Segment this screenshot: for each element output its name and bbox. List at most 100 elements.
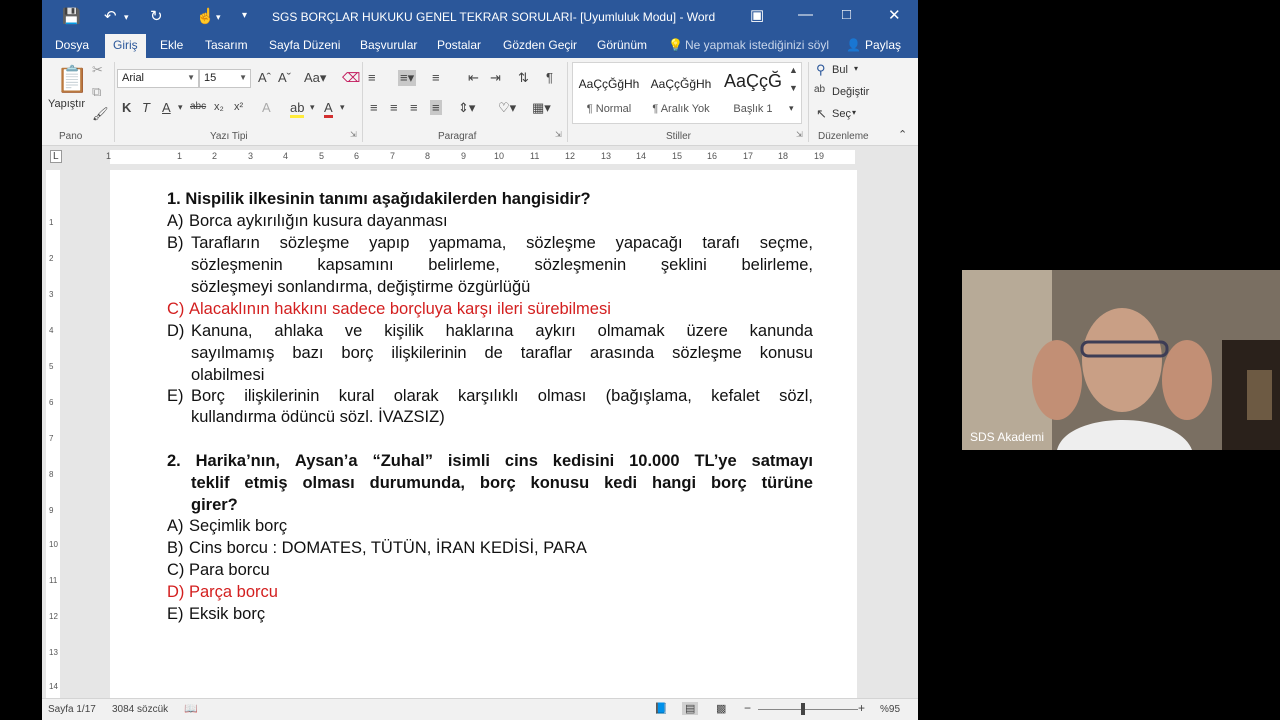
read-mode-icon[interactable]: 📘 [654,702,668,715]
undo-dropdown-icon[interactable]: ▾ [124,12,129,23]
style-sample: AaÇçĞ [723,71,783,91]
group-separator [114,62,115,142]
tab-review[interactable]: Gözden Geçir [503,38,577,52]
cursor-icon: ↖ [816,106,827,121]
ribbon-tabs: Dosya Giriş Ekle Tasarım Sayfa Düzeni Ba… [42,34,918,58]
subscript-icon[interactable]: x₂ [214,101,224,113]
numbering-icon[interactable]: ≡▾ [398,70,417,86]
vertical-ruler[interactable]: 1 2 3 4 5 6 7 8 9 10 11 12 13 14 [46,170,60,698]
font-color-dropdown-icon[interactable]: ▾ [340,102,345,113]
sort-icon[interactable]: ⇅ [518,70,529,86]
italic-icon[interactable]: T [142,100,150,115]
tab-home[interactable]: Giriş [105,34,146,58]
justify-icon[interactable]: ≡ [430,100,442,115]
style-normal[interactable]: AaÇçĞğHh ¶ Normal [573,63,645,123]
cut-icon[interactable]: ✂ [92,62,103,78]
question-2-title-line1: 2. Harika’nın, Aysan’a “Zuhal” isimli cins ked… [167,452,813,470]
web-layout-icon[interactable]: ▩ [716,702,726,715]
proofing-icon[interactable]: 📖 [184,702,198,715]
title-bar: 💾 ↶ ▾ ↻ ☝ ▾ ▾ SGS BORÇLAR HUKUKU GENEL T… [42,0,918,34]
find-button[interactable]: Bul [832,64,848,76]
tab-references[interactable]: Başvurular [360,38,417,52]
clear-formatting-icon[interactable]: ⌫ [342,70,360,86]
touch-mode-icon[interactable]: ☝ [196,7,215,25]
shading-icon[interactable]: ♡▾ [498,100,516,116]
word-window: 💾 ↶ ▾ ↻ ☝ ▾ ▾ SGS BORÇLAR HUKUKU GENEL T… [42,0,918,720]
format-painter-icon[interactable]: 🖌 [92,106,109,122]
bullets-icon[interactable]: ≡ [368,70,376,85]
save-icon[interactable]: 💾 [62,7,81,25]
replace-button[interactable]: Değiştir [832,86,869,98]
show-marks-icon[interactable]: ¶ [546,70,553,85]
copy-icon[interactable]: ⧉ [92,84,101,100]
shrink-font-icon[interactable]: Aˇ [278,70,291,85]
decrease-indent-icon[interactable]: ⇤ [468,70,479,86]
word-count[interactable]: 3084 sözcük [112,704,168,715]
style-no-spacing[interactable]: AaÇçĞğHh ¶ Aralık Yok [645,63,717,123]
customize-toolbar-icon[interactable]: ▾ [242,10,247,21]
ribbon-display-icon[interactable]: ▣ [750,6,764,24]
strikethrough-icon[interactable]: abc [190,101,206,112]
select-dropdown-icon[interactable]: ▾ [852,108,856,117]
highlight-dropdown-icon[interactable]: ▾ [310,102,315,113]
tab-insert[interactable]: Ekle [160,38,183,52]
styles-down-icon[interactable]: ▼ [789,83,798,93]
find-dropdown-icon[interactable]: ▾ [854,64,858,73]
tab-design[interactable]: Tasarım [205,38,248,52]
font-dialog-launcher-icon[interactable]: ⇲ [350,130,357,139]
styles-more-icon[interactable]: ▾ [789,103,794,114]
tab-file[interactable]: Dosya [55,38,89,52]
tell-me-input[interactable]: Ne yapmak istediğinizi söyl [685,38,829,52]
text-effects-icon[interactable]: A [262,100,271,115]
paragraph-dialog-launcher-icon[interactable]: ⇲ [555,130,562,139]
align-left-icon[interactable]: ≡ [370,100,378,115]
font-color-icon[interactable]: A [324,100,333,118]
share-button[interactable]: Paylaş [865,38,901,52]
print-layout-icon[interactable]: ▤ [682,702,699,715]
q1-option-e-line1: Borç ilişkilerinin kural olarak karşılıklı ol… [191,387,813,405]
styles-dialog-launcher-icon[interactable]: ⇲ [796,130,803,139]
styles-up-icon[interactable]: ▲ [789,65,798,75]
align-center-icon[interactable]: ≡ [390,100,398,115]
maximize-icon[interactable]: □ [842,6,851,23]
paste-icon[interactable]: 📋 [56,64,88,95]
increase-indent-icon[interactable]: ⇥ [490,70,501,86]
underline-dropdown-icon[interactable]: ▾ [178,102,183,113]
horizontal-ruler[interactable]: 1 1 2 3 4 5 6 7 8 9 10 11 12 13 14 15 16… [106,150,855,164]
touch-dropdown-icon[interactable]: ▾ [216,12,221,23]
tab-view[interactable]: Görünüm [597,38,647,52]
font-size-combo[interactable]: 15 ▼ [199,69,251,88]
collapse-ribbon-icon[interactable]: ⌃ [898,128,907,141]
zoom-in-icon[interactable]: + [858,701,865,715]
q2-option-c: C) Para borcu [167,561,270,579]
style-heading-1[interactable]: AaÇçĞ Başlık 1 [717,63,789,123]
superscript-icon[interactable]: x² [234,101,243,113]
underline-icon[interactable]: A [162,100,171,115]
zoom-slider[interactable] [758,709,858,710]
select-button[interactable]: Seç [832,108,851,120]
tab-layout[interactable]: Sayfa Düzeni [269,38,340,52]
borders-icon[interactable]: ▦▾ [532,100,551,116]
align-right-icon[interactable]: ≡ [410,100,418,115]
question-2-title-line3: girer? [191,496,238,514]
change-case-icon[interactable]: Aa▾ [304,70,326,86]
line-spacing-icon[interactable]: ⇕▾ [458,100,475,116]
zoom-out-icon[interactable]: − [744,701,751,715]
font-name-combo[interactable]: Arial ▼ [117,69,199,88]
q1-option-c-answer: C) Alacaklının hakkını sadece borçluya ka… [167,300,611,318]
close-icon[interactable]: ✕ [888,6,901,24]
minimize-icon[interactable]: — [798,6,813,23]
tab-selector-icon[interactable]: L [50,150,62,163]
highlight-icon[interactable]: ab [290,100,305,118]
page-count[interactable]: Sayfa 1/17 [48,704,96,715]
redo-icon[interactable]: ↻ [150,7,163,25]
grow-font-icon[interactable]: Aˆ [258,70,271,85]
bold-icon[interactable]: K [122,100,131,115]
zoom-slider-handle[interactable] [801,703,805,715]
tab-mailings[interactable]: Postalar [437,38,481,52]
zoom-level[interactable]: %95 [880,704,900,715]
document-page[interactable]: 1. Nispilik ilkesinin tanımı aşağıdakile… [110,170,857,698]
undo-icon[interactable]: ↶ [104,7,117,25]
multilevel-list-icon[interactable]: ≡ [432,70,440,85]
paste-button[interactable]: Yapıştır [48,98,85,110]
